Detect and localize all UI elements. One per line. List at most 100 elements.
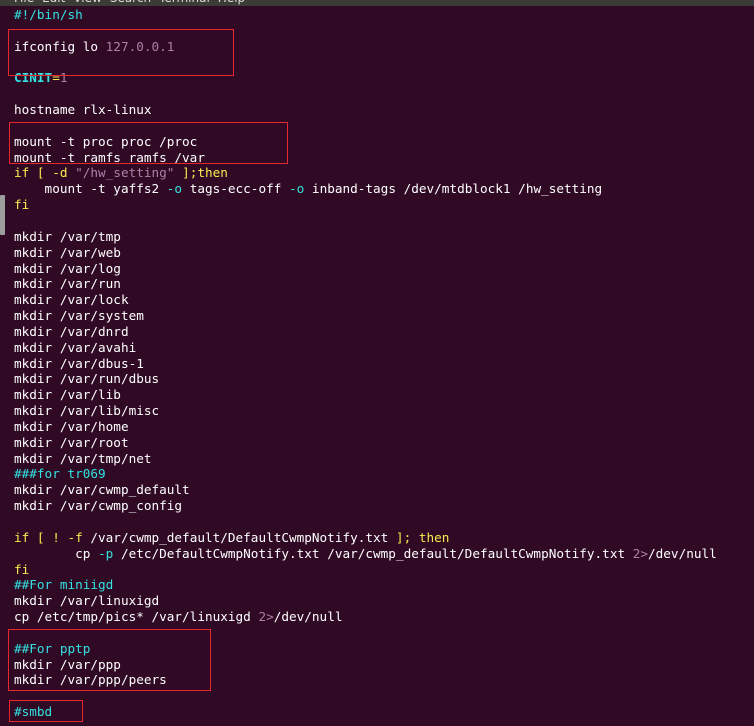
code-token: -o (289, 181, 305, 197)
code-token: ]; then (388, 529, 450, 545)
code-line: fi (14, 197, 754, 213)
code-token: ##For miniigd (14, 577, 114, 593)
code-line: mkdir /var/tmp/net (14, 451, 754, 467)
code-line: ##For pptp (14, 641, 754, 657)
code-line: mkdir /var/run (14, 276, 754, 292)
code-token: "/hw_setting" (75, 165, 175, 181)
code-token: mkdir /var/cwmp_config (14, 498, 183, 514)
code-token: /dev/null (273, 609, 343, 625)
script-text-area[interactable]: #!/bin/sh ifconfig lo 127.0.0.1 CINIT=1 hos… (14, 7, 754, 720)
code-line: mount -t ramfs ramfs /var (14, 150, 754, 166)
code-token: mkdir /var/ppp/peers (14, 672, 167, 688)
code-line: ##For miniigd (14, 577, 754, 593)
code-token: /etc/DefaultCwmpNotify.txt /var/cwmp_def… (113, 545, 633, 561)
code-token: ifconfig lo (14, 38, 106, 54)
terminal-menubar: File Edit View Search Terminal Help (0, 0, 754, 6)
code-line: mkdir /var/root (14, 435, 754, 451)
menu-item-edit[interactable]: Edit (42, 0, 65, 5)
code-line: if [ ! -f /var/cwmp_default/DefaultCwmpN… (14, 530, 754, 546)
code-token: = (52, 70, 60, 86)
code-token: mkdir /var/run/dbus (14, 371, 160, 387)
terminal-window[interactable]: File Edit View Search Terminal Help #!/bin/sh… (0, 0, 754, 726)
code-token: if (14, 165, 30, 181)
code-line: mkdir /var/system (14, 308, 754, 324)
code-line: mkdir /var/avahi (14, 340, 754, 356)
code-token: fi (14, 197, 30, 213)
code-token: 1 (59, 70, 68, 86)
code-line: if [ -d "/hw_setting" ];then (14, 165, 754, 181)
code-token: 2> (632, 545, 649, 561)
code-token: mount -t yaffs2 (14, 181, 167, 197)
code-token: mkdir /var/lib (14, 387, 121, 403)
code-token: mkdir /var/cwmp_default (14, 482, 190, 498)
code-token: 127.0.0.1 (105, 38, 175, 54)
code-token: -p (98, 545, 114, 561)
code-line: cp -p /etc/DefaultCwmpNotify.txt /var/cw… (14, 546, 754, 562)
code-line: ifconfig lo 127.0.0.1 (14, 39, 754, 55)
code-token: mkdir /var/root (14, 434, 129, 450)
code-line: mkdir /var/lock (14, 292, 754, 308)
code-token: cp /etc/tmp/pics* /var/linuxigd (14, 609, 259, 625)
menu-item-search[interactable]: Search (110, 0, 151, 5)
scrollbar-thumb[interactable] (0, 195, 5, 235)
code-token: mount -t proc proc /proc (14, 133, 198, 149)
code-token: mkdir /var/tmp/net (14, 450, 152, 466)
code-line: ###for tr069 (14, 466, 754, 482)
code-line: mkdir /var/run/dbus (14, 371, 754, 387)
code-line: mkdir /var/web (14, 245, 754, 261)
menu-item-view[interactable]: View (73, 0, 101, 5)
code-token: ];then (174, 165, 228, 181)
code-token: /dev/null (648, 545, 717, 561)
code-line: mkdir /var/ppp (14, 657, 754, 673)
code-line: #smbd (14, 704, 754, 720)
code-token: mkdir /var/log (14, 260, 121, 276)
menu-item-file[interactable]: File (14, 0, 34, 5)
code-line: mkdir /var/lib (14, 387, 754, 403)
code-token: mount -t ramfs ramfs /var (14, 149, 205, 165)
code-line: mkdir /var/tmp (14, 229, 754, 245)
code-line: mkdir /var/dbus-1 (14, 356, 754, 372)
code-line: cp /etc/tmp/pics* /var/linuxigd 2>/dev/n… (14, 609, 754, 625)
code-line: mkdir /var/linuxigd (14, 593, 754, 609)
code-line: fi (14, 562, 754, 578)
code-line: mkdir /var/lib/misc (14, 403, 754, 419)
code-token: /var/cwmp_default/DefaultCwmpNotify.txt (90, 529, 389, 545)
code-token: cp (14, 545, 99, 561)
code-line: #!/bin/sh (14, 7, 754, 23)
code-token: mkdir /var/avahi (14, 339, 137, 355)
code-token: mkdir /var/lock (14, 292, 129, 308)
code-token: inband-tags /dev/mtdblock1 /hw_setting (304, 181, 603, 197)
code-token: #smbd (14, 704, 53, 720)
code-token: [ ! -f (29, 529, 91, 545)
code-token: ###for tr069 (14, 466, 106, 482)
code-token: mkdir /var/linuxigd (14, 593, 160, 609)
code-line: mkdir /var/home (14, 419, 754, 435)
code-token: mkdir /var/home (14, 418, 129, 434)
code-token: [ -d (29, 165, 76, 181)
code-token: mkdir /var/dbus-1 (14, 355, 144, 371)
code-token: mkdir /var/web (14, 244, 121, 260)
menu-item-help[interactable]: Help (218, 0, 245, 5)
menu-item-terminal[interactable]: Terminal (159, 0, 210, 5)
code-line: CINIT=1 (14, 70, 754, 86)
code-line: mkdir /var/dnrd (14, 324, 754, 340)
code-token: mkdir /var/tmp (14, 228, 121, 244)
code-line: mkdir /var/log (14, 261, 754, 277)
code-token: tags-ecc-off (182, 181, 290, 197)
code-token: mkdir /var/ppp (14, 656, 121, 672)
code-line: mkdir /var/cwmp_config (14, 498, 754, 514)
code-line: mount -t yaffs2 -o tags-ecc-off -o inban… (14, 181, 754, 197)
code-line: mount -t proc proc /proc (14, 134, 754, 150)
code-token: mkdir /var/run (14, 276, 121, 292)
code-token: hostname rlx-linux (14, 102, 152, 118)
code-token: ##For pptp (14, 640, 91, 656)
code-token: fi (14, 561, 30, 577)
code-line: hostname rlx-linux (14, 102, 754, 118)
